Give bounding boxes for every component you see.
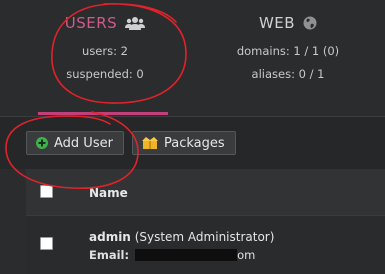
row-user: admin (System Administrator) bbox=[89, 230, 274, 244]
row-username[interactable]: admin bbox=[89, 230, 131, 244]
users-stat[interactable]: USERS users: 2 suspended: 0 bbox=[46, 14, 164, 81]
packages-icon bbox=[142, 137, 158, 149]
select-all-checkbox[interactable] bbox=[40, 185, 53, 198]
table-header: Name bbox=[26, 169, 385, 215]
domains-count: domains: 1 / 1 (0) bbox=[236, 44, 340, 58]
suspended-count: suspended: 0 bbox=[66, 67, 144, 81]
stats-panel: USERS users: 2 suspended: 0 WEB domains:… bbox=[0, 0, 385, 116]
users-stat-header: USERS bbox=[46, 14, 164, 32]
users-icon bbox=[125, 17, 146, 30]
aliases-count: aliases: 0 / 1 bbox=[251, 67, 325, 81]
row-role: (System Administrator) bbox=[134, 230, 275, 244]
add-user-label: Add User bbox=[54, 135, 113, 151]
column-name[interactable]: Name bbox=[89, 186, 128, 200]
packages-button[interactable]: Packages bbox=[132, 131, 236, 155]
globe-icon bbox=[303, 16, 317, 30]
plus-circle-icon bbox=[36, 137, 48, 149]
web-stat-title: WEB bbox=[258, 14, 296, 32]
row-email-label: Email: bbox=[89, 248, 130, 262]
web-stat-header: WEB bbox=[228, 14, 348, 32]
row-email-suffix: om bbox=[237, 248, 256, 262]
users-count: users: 2 bbox=[82, 44, 128, 58]
packages-label: Packages bbox=[164, 135, 225, 151]
add-user-button[interactable]: Add User bbox=[26, 131, 124, 155]
redacted-email bbox=[135, 249, 238, 261]
table-row[interactable]: admin (System Administrator) Email: om bbox=[26, 215, 385, 274]
row-checkbox[interactable] bbox=[40, 237, 53, 250]
users-stat-title: USERS bbox=[64, 14, 118, 32]
row-email: Email: om bbox=[89, 248, 255, 262]
web-stat[interactable]: WEB domains: 1 / 1 (0) aliases: 0 / 1 bbox=[228, 14, 348, 81]
toolbar: Add User Packages bbox=[0, 117, 385, 169]
active-tab-underline bbox=[38, 112, 168, 115]
